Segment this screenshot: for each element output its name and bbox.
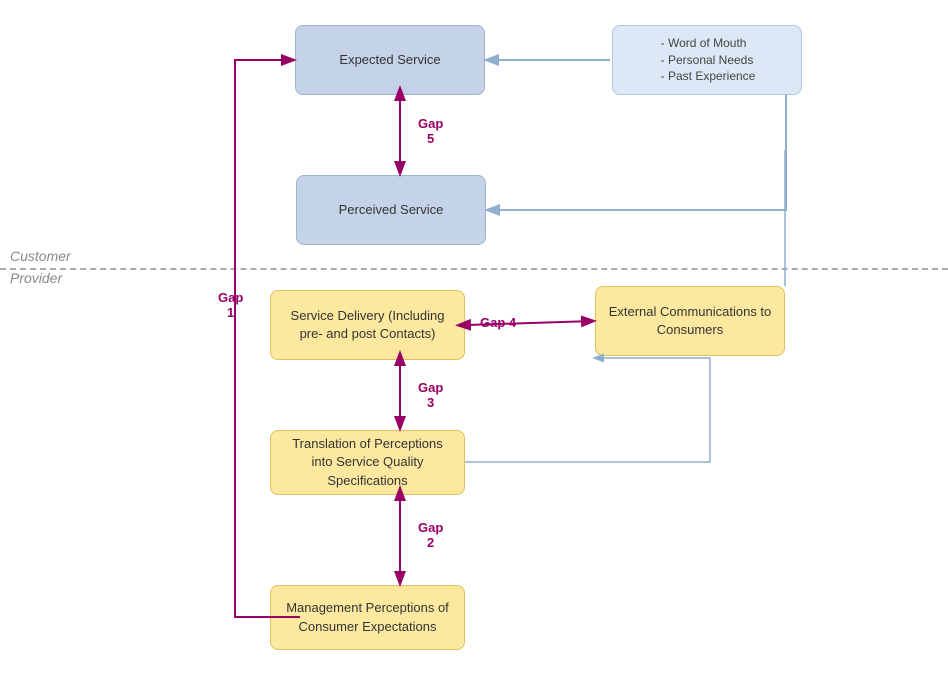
external-communications-label: External Communications to Consumers — [608, 303, 772, 339]
gap3-label: Gap 3 — [418, 380, 443, 410]
external-communications-box: External Communications to Consumers — [595, 286, 785, 356]
arrows-svg — [0, 0, 948, 677]
translation-to-external-arrow — [465, 358, 710, 462]
expected-service-box: Expected Service — [295, 25, 485, 95]
perceived-service-label: Perceived Service — [339, 201, 444, 219]
customer-label: Customer — [10, 248, 71, 264]
management-perceptions-box: Management Perceptions of Consumer Expec… — [270, 585, 465, 650]
external-to-perceived-arrow — [488, 95, 786, 210]
expected-service-label: Expected Service — [339, 51, 440, 69]
diagram: Customer Provider Expected Service Perce… — [0, 0, 948, 677]
provider-label: Provider — [10, 270, 62, 286]
gap4-label: Gap 4 — [480, 315, 516, 330]
gap5-label: Gap 5 — [418, 116, 443, 146]
word-of-mouth-box: - Word of Mouth - Personal Needs - Past … — [612, 25, 802, 95]
service-delivery-box: Service Delivery (Including pre- and pos… — [270, 290, 465, 360]
service-delivery-label: Service Delivery (Including pre- and pos… — [283, 307, 452, 343]
perceived-service-box: Perceived Service — [296, 175, 486, 245]
translation-box: Translation of Perceptions into Service … — [270, 430, 465, 495]
gap1-label: Gap 1 — [218, 290, 243, 320]
word-of-mouth-label: - Word of Mouth - Personal Needs - Past … — [661, 35, 756, 85]
translation-label: Translation of Perceptions into Service … — [283, 435, 452, 490]
management-perceptions-label: Management Perceptions of Consumer Expec… — [283, 599, 452, 635]
divider-line — [0, 268, 948, 270]
gap2-label: Gap 2 — [418, 520, 443, 550]
